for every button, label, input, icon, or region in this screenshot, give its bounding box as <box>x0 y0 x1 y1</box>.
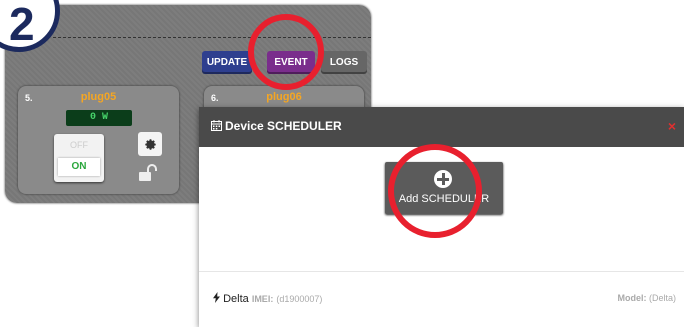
event-button[interactable]: EVENT <box>267 51 315 74</box>
bolt-icon <box>213 292 220 303</box>
model-info: Model: (Delta) <box>617 293 676 303</box>
update-button[interactable]: UPDATE <box>202 51 252 74</box>
gear-icon <box>144 138 156 150</box>
power-toggle[interactable]: OFF ON <box>54 134 104 182</box>
modal-title-text: Device SCHEDULER <box>225 119 342 133</box>
device-name: Delta <box>223 293 249 305</box>
model-value: (Delta) <box>648 293 676 303</box>
calendar-icon <box>211 120 222 131</box>
modal-title: Device SCHEDULER <box>211 119 342 133</box>
imei-label: IMEI: <box>251 294 274 304</box>
unlock-icon[interactable] <box>138 164 160 182</box>
scheduler-modal: Device SCHEDULER × Add SCHEDULER Delta I… <box>199 107 684 327</box>
toggle-on-label[interactable]: ON <box>58 158 100 176</box>
add-scheduler-label: Add SCHEDULER <box>398 193 490 205</box>
imei-value: (d1900007) <box>276 294 323 304</box>
modal-header: Device SCHEDULER × <box>199 107 684 147</box>
modal-divider <box>199 271 684 272</box>
panel-divider <box>53 37 371 38</box>
plug-card-5: 5. plug05 0 W OFF ON <box>18 86 179 194</box>
close-icon[interactable]: × <box>668 118 676 134</box>
model-label: Model: <box>617 293 647 303</box>
toggle-off-label[interactable]: OFF <box>54 140 104 150</box>
plus-circle-icon <box>434 170 452 188</box>
add-scheduler-button[interactable]: Add SCHEDULER <box>385 162 503 214</box>
power-readout: 0 W <box>66 110 132 126</box>
settings-button[interactable] <box>138 132 162 156</box>
step-number: 2 <box>9 0 35 50</box>
device-info: Delta IMEI: (d1900007) <box>213 292 322 305</box>
logs-button[interactable]: LOGS <box>321 51 367 74</box>
plug-name: plug06 <box>266 91 302 103</box>
plug-name: plug05 <box>80 91 117 103</box>
